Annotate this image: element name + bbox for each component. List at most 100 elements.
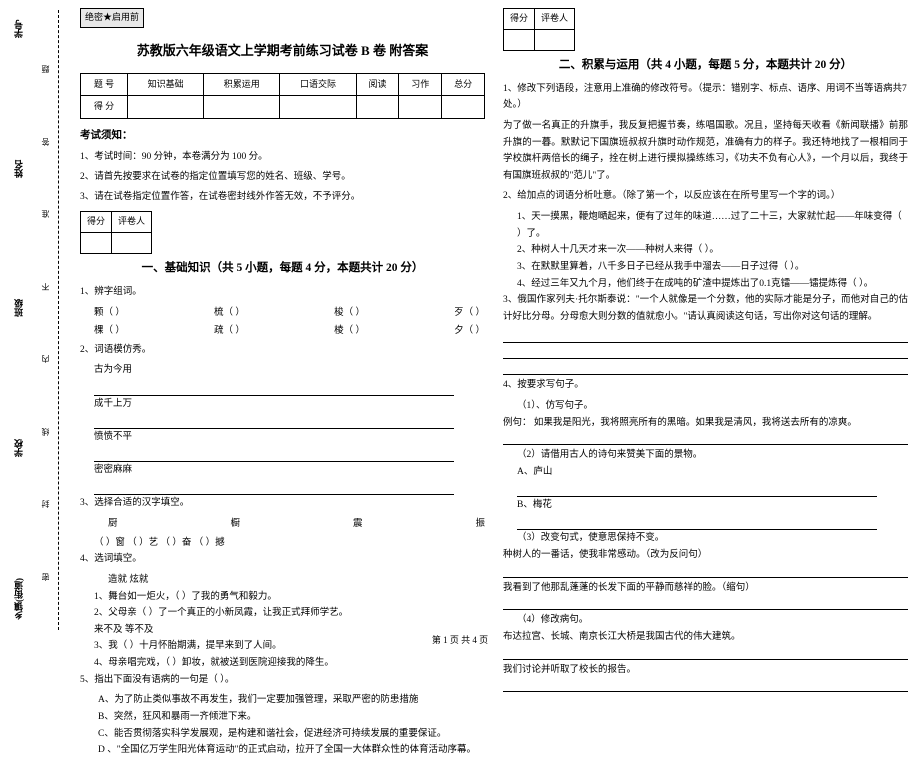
seal-char: 封: [40, 494, 51, 508]
table-row: 得 分: [81, 96, 485, 119]
answer-line: [503, 678, 908, 692]
answer-line: [503, 431, 908, 445]
q4-item: 2、父母亲（ ）了一个真正的小新凤霞，让我正式拜师学艺。: [80, 605, 485, 622]
word-item: 古为今用: [94, 365, 132, 375]
answer-line: [503, 329, 908, 343]
mini-score-cell: [535, 29, 575, 50]
mini-score-label: 评卷人: [535, 9, 575, 30]
score-col: 知识基础: [127, 73, 203, 96]
binding-edge: 学号 姓名 班级 学校 乡镇(街道) 题 答 准 不 内 线 封 密: [0, 0, 70, 650]
char-blank: 梭（ ）: [334, 305, 365, 322]
notice-list: 1、考试时间：90 分钟，本卷满分为 100 分。 2、请首先按要求在试卷的指定…: [80, 149, 485, 205]
seal-char: 不: [40, 277, 51, 291]
question-1-5: 5、指出下面没有语病的一句是（ ）。: [80, 672, 485, 689]
binding-label: 学校: [12, 439, 25, 457]
score-col: 总分: [442, 73, 485, 96]
q4-sub: （4）修改病句。: [503, 612, 908, 629]
mini-score-cell: [112, 233, 152, 254]
q4-item: 4、母亲唱完戏，（ ）卸妆，就被送到医院迎接我的降生。: [80, 655, 485, 672]
q2-item: 2、种树人十几天才来一次——种树人来得（ ）。: [503, 242, 908, 259]
mini-score-table: 得分 评卷人: [80, 211, 152, 254]
seal-char: 密: [40, 567, 51, 581]
answer-line: [503, 345, 908, 359]
score-cell: [204, 96, 280, 119]
word-choices: 造就 炫就: [80, 572, 485, 589]
answer-line: [94, 419, 454, 429]
score-cell: [127, 96, 203, 119]
q5-opt: D 、"全国亿万学生阳光体育运动"的正式启动，拉开了全国一大体群众性的体育活动序…: [98, 742, 485, 759]
q5-opt: C、能否贯彻落实科学发展观，是构建和谐社会，促进经济可持续发展的重要保证。: [98, 726, 485, 743]
q2-item: 3、在默默里算着，八千多日子已经从我手中溜去——日子过得（ ）。: [503, 259, 908, 276]
score-row-label: 得 分: [81, 96, 128, 119]
page-content: 绝密★启用前 苏教版六年级语文上学期考前练习试卷 B 卷 附答案 题 号 知识基…: [80, 8, 910, 628]
fill-row: （ ）窗 （ ）艺 （ ）奋 （ ）撼: [80, 535, 485, 552]
char-blank: 棱（ ）: [334, 323, 365, 340]
secret-label: 绝密★启用前: [80, 8, 144, 28]
mini-score-cell: [81, 233, 112, 254]
word-line: 古为今用: [80, 362, 485, 395]
question-1-3: 3、选择合适的汉字填空。: [80, 495, 485, 512]
question-1-2: 2、词语模仿秀。: [80, 342, 485, 359]
char-row: 颗（ ） 梳（ ） 梭（ ） 歹（ ）: [80, 305, 485, 322]
q5-opt: B、突然，狂风和暴雨一齐倾泄下来。: [98, 709, 485, 726]
score-col: 积累运用: [204, 73, 280, 96]
answer-line: [94, 452, 454, 462]
answer-line: [517, 487, 877, 497]
answer-line: [503, 361, 908, 375]
q2-item: 1、天一摸黑，鞭炮嗮起来，便有了过年的味道……过了二十三，大家就忙起——年味变得…: [503, 209, 908, 242]
char-opt: 橱: [230, 516, 240, 533]
answer-line: [503, 646, 908, 660]
mini-score-table: 得分 评卷人: [503, 8, 575, 51]
q4-3-b: 我看到了他那乱蓬蓬的长发下面的平静而慈祥的脸。（缩句）: [503, 580, 908, 597]
question-1-4: 4、选词填空。: [80, 551, 485, 568]
char-opt: 厨: [108, 516, 118, 533]
word-item: 密密麻麻: [94, 465, 132, 475]
q4-sub: （1）、仿写句子。: [503, 398, 908, 415]
answer-line: [503, 596, 908, 610]
question-2-1-body: 为了做一名真正的升旗手，我反复把握节奏，练唱国歌。况且，坚持每天收看《新闻联播》…: [503, 118, 908, 185]
q4-4-item: 我们讨论并听取了校长的报告。: [503, 662, 908, 679]
char-blank: 疏（ ）: [214, 323, 245, 340]
question-2-1: 1、修改下列语段，注意用上准确的修改符号。（提示：错别字、标点、语序、用词不当等…: [503, 81, 908, 114]
seal-char: 答: [40, 132, 51, 146]
char-blank: 夕（ ）: [454, 323, 485, 340]
q4-example: 例句： 如果我是阳光，我将照亮所有的黑暗。如果我是清风，我将送去所有的凉爽。: [503, 415, 908, 432]
answer-line: [503, 564, 908, 578]
answer-line: [94, 386, 454, 396]
q4-2-item: A、庐山: [503, 464, 908, 497]
binding-label: 姓名: [12, 160, 25, 178]
mini-score-label: 得分: [81, 212, 112, 233]
char-blank: 颗（ ）: [94, 305, 125, 322]
score-cell: [399, 96, 442, 119]
score-col: 习作: [399, 73, 442, 96]
page-footer: 第 1 页 共 4 页: [0, 633, 920, 646]
q5-opt: A、为了防止类似事故不再发生，我们一定要加强管理，采取严密的防患措施: [98, 692, 485, 709]
q4-3-a: 种树人的一番话，使我非常感动。（改为反问句）: [503, 547, 908, 564]
binding-dotted-line: [58, 10, 59, 630]
binding-label: 乡镇(街道): [12, 578, 25, 620]
q4-item: 1、舞台如一炬火，（ ）了我的勇气和毅力。: [80, 589, 485, 606]
answer-line: [517, 520, 877, 530]
score-col: 题 号: [81, 73, 128, 96]
mini-score-label: 得分: [504, 9, 535, 30]
table-row: [81, 233, 152, 254]
score-cell: [442, 96, 485, 119]
table-row: [504, 29, 575, 50]
seal-char: 内: [40, 349, 51, 363]
seal-char: 准: [40, 204, 51, 218]
score-col: 阅读: [356, 73, 399, 96]
word-line: 密密麻麻: [80, 462, 485, 495]
paper-title: 苏教版六年级语文上学期考前练习试卷 B 卷 附答案: [80, 40, 485, 63]
seal-char: 线: [40, 422, 51, 436]
score-col: 口语交际: [280, 73, 356, 96]
char-blank: 梳（ ）: [214, 305, 245, 322]
section-2-title: 二、积累与运用（共 4 小题，每题 5 分，本题共计 20 分）: [503, 55, 908, 75]
question-2-4: 4、按要求写句子。: [503, 377, 908, 394]
item-label: A、庐山: [517, 467, 552, 477]
section-1-title: 一、基础知识（共 5 小题，每题 4 分，本题共计 20 分）: [80, 258, 485, 278]
q4-sub: （3）改变句式，使意思保持不变。: [503, 530, 908, 547]
item-label: B、梅花: [517, 500, 552, 510]
table-row: 得分 评卷人: [504, 9, 575, 30]
score-table: 题 号 知识基础 积累运用 口语交际 阅读 习作 总分 得 分: [80, 73, 485, 120]
word-item: 愤愤不平: [94, 432, 132, 442]
